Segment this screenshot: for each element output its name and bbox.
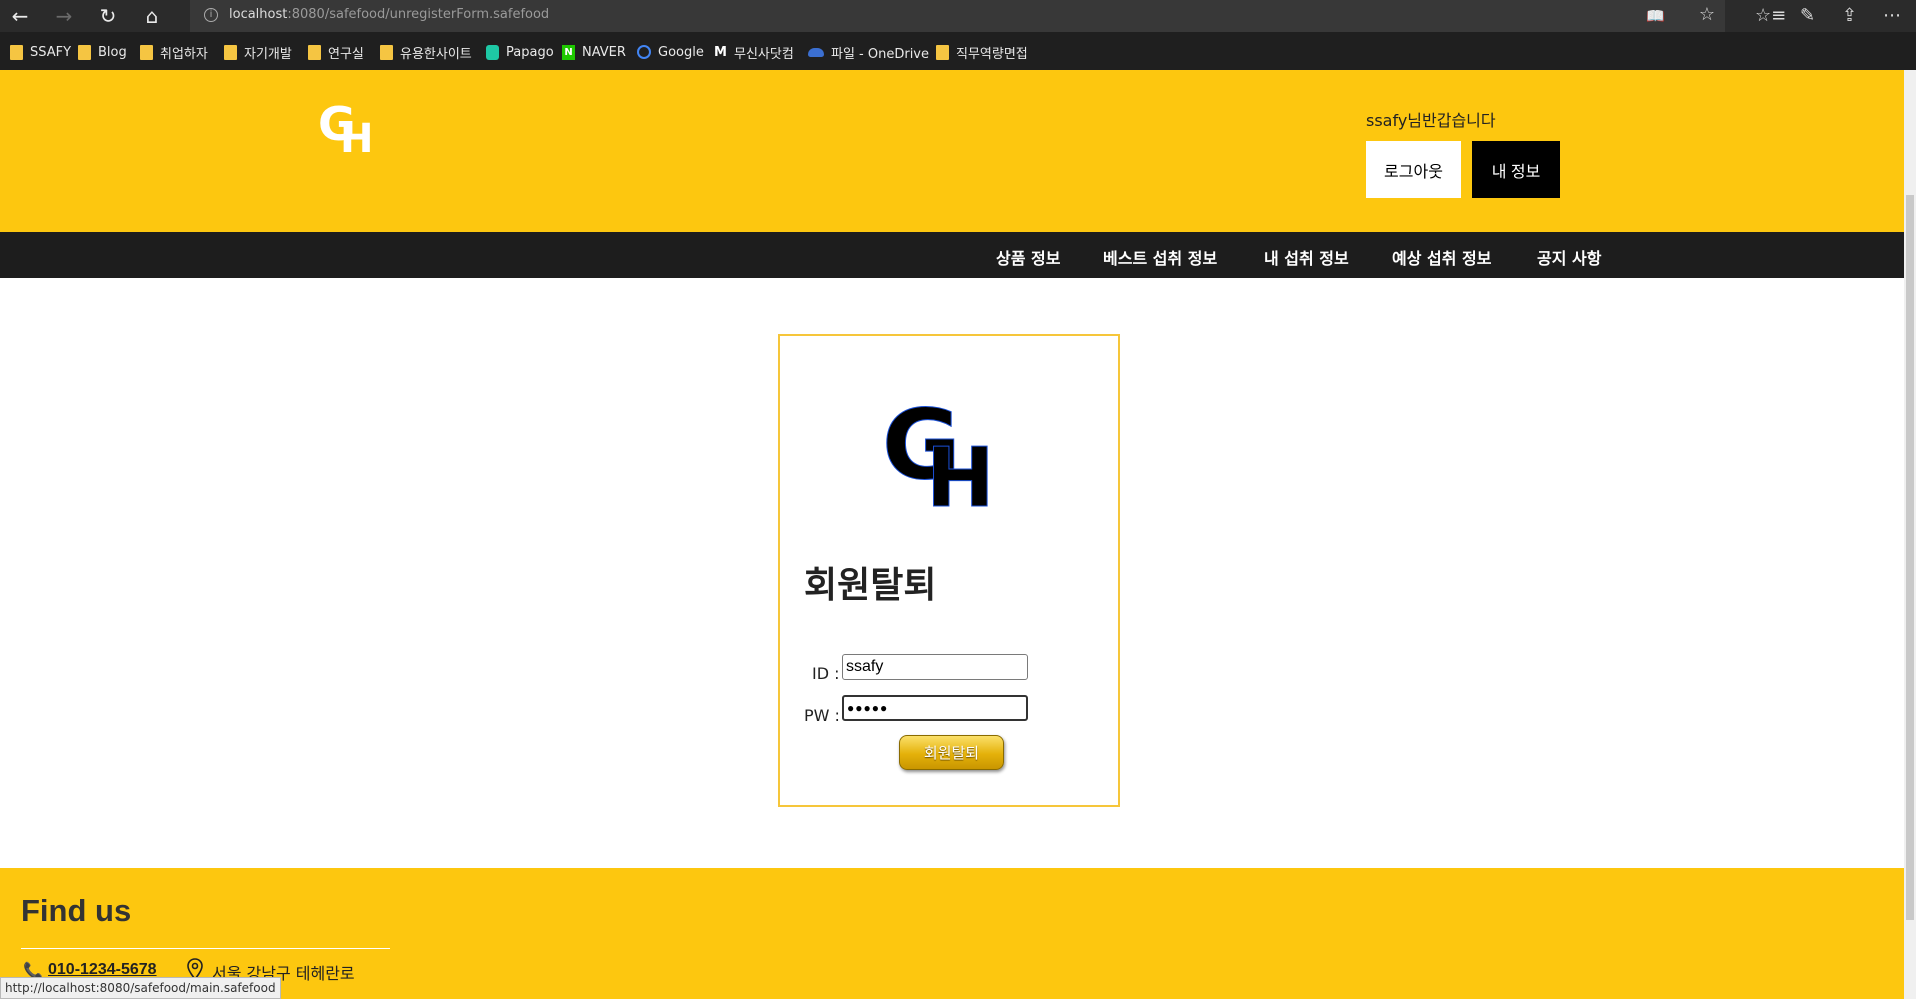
bookmark-onedrive[interactable]: 파일 - OneDrive bbox=[808, 43, 929, 62]
naver-icon: N bbox=[562, 44, 575, 60]
url-text[interactable]: localhost:8080/safefood/unregisterForm.s… bbox=[229, 7, 549, 22]
pen-icon[interactable]: ✎ bbox=[1800, 5, 1815, 27]
unregister-card: G H 회원탈퇴 ID : PW : 회원탈퇴 bbox=[778, 334, 1120, 807]
bookmark-blog[interactable]: Blog bbox=[78, 43, 127, 61]
google-icon bbox=[637, 45, 651, 59]
bookmarks-bar: SSAFY Blog 취업하자 자기개발 연구실 유용한사이트 Papago N… bbox=[0, 32, 1916, 70]
page-scrollbar[interactable] bbox=[1904, 70, 1916, 999]
page-title: 회원탈퇴 bbox=[804, 565, 937, 606]
id-label: ID : bbox=[812, 664, 840, 683]
svg-text:H: H bbox=[340, 116, 373, 155]
forward-icon[interactable]: → bbox=[52, 4, 76, 28]
folder-icon bbox=[308, 44, 321, 60]
favorite-star-icon[interactable]: ☆ bbox=[1699, 4, 1715, 25]
scrollbar-thumb[interactable] bbox=[1906, 195, 1914, 920]
site-footer: Find us 📞 010-1234-5678 서울 강남구 테헤란로 bbox=[0, 868, 1904, 999]
folder-icon bbox=[380, 44, 393, 60]
bookmark-musinsa[interactable]: M 무신사닷컴 bbox=[714, 43, 794, 62]
greeting-text: ssafy님반갑습니다 bbox=[1366, 111, 1496, 130]
back-icon[interactable]: ← bbox=[8, 4, 32, 28]
browser-toolbar: ← → ↻ ⌂ i localhost:8080/safefood/unregi… bbox=[0, 0, 1916, 32]
bookmark-self-dev[interactable]: 자기개발 bbox=[224, 43, 292, 62]
folder-icon bbox=[224, 44, 237, 60]
menu-expected-intake[interactable]: 예상 섭취 정보 bbox=[1392, 245, 1491, 269]
bookmark-google[interactable]: Google bbox=[637, 43, 704, 61]
footer-divider bbox=[21, 948, 390, 949]
home-icon[interactable]: ⌂ bbox=[140, 4, 164, 28]
onedrive-icon bbox=[808, 47, 824, 57]
menu-my-intake[interactable]: 내 섭취 정보 bbox=[1264, 245, 1349, 269]
footer-title: Find us bbox=[21, 893, 132, 928]
bookmark-naver[interactable]: N NAVER bbox=[562, 43, 626, 61]
main-menu: 상품 정보 베스트 섭취 정보 내 섭취 정보 예상 섭취 정보 공지 사항 bbox=[0, 232, 1904, 278]
folder-icon bbox=[10, 44, 23, 60]
my-info-button[interactable]: 내 정보 bbox=[1472, 141, 1560, 198]
reading-view-icon[interactable]: 📖 bbox=[1646, 7, 1665, 25]
musinsa-icon: M bbox=[714, 44, 727, 60]
id-input[interactable] bbox=[842, 654, 1028, 680]
web-page: G H ssafy님반갑습니다 로그아웃 내 정보 상품 정보 베스트 섭취 정… bbox=[0, 70, 1904, 999]
folder-icon bbox=[78, 44, 91, 60]
bookmark-job[interactable]: 취업하자 bbox=[140, 43, 208, 62]
status-bar-url: http://localhost:8080/safefood/main.safe… bbox=[0, 977, 281, 999]
refresh-icon[interactable]: ↻ bbox=[96, 4, 120, 28]
logout-button[interactable]: 로그아웃 bbox=[1366, 141, 1461, 198]
bookmark-interview[interactable]: 직무역량면접 bbox=[936, 43, 1028, 62]
unregister-submit-button[interactable]: 회원탈퇴 bbox=[899, 735, 1004, 770]
gh-logo-large-icon: G H bbox=[882, 396, 995, 508]
site-header: G H ssafy님반갑습니다 로그아웃 내 정보 bbox=[0, 70, 1904, 232]
folder-icon bbox=[140, 44, 153, 60]
svg-text:H: H bbox=[926, 431, 995, 508]
menu-best-intake[interactable]: 베스트 섭취 정보 bbox=[1103, 245, 1217, 269]
more-icon[interactable]: ⋯ bbox=[1883, 5, 1901, 27]
papago-icon bbox=[486, 44, 499, 60]
bookmark-useful-sites[interactable]: 유용한사이트 bbox=[380, 43, 472, 62]
info-icon[interactable]: i bbox=[204, 8, 218, 22]
address-bar[interactable]: i localhost:8080/safefood/unregisterForm… bbox=[190, 0, 1725, 32]
share-icon[interactable]: ⇪ bbox=[1842, 5, 1857, 27]
pw-label: PW : bbox=[804, 706, 840, 725]
menu-product-info[interactable]: 상품 정보 bbox=[996, 245, 1060, 269]
bookmark-ssafy[interactable]: SSAFY bbox=[10, 43, 71, 61]
favorites-list-icon[interactable]: ☆≡ bbox=[1755, 5, 1786, 27]
password-input[interactable] bbox=[842, 695, 1028, 721]
folder-icon bbox=[936, 44, 949, 60]
gh-logo-icon[interactable]: G H bbox=[318, 100, 378, 155]
bookmark-papago[interactable]: Papago bbox=[486, 43, 554, 61]
menu-notice[interactable]: 공지 사항 bbox=[1537, 245, 1601, 269]
bookmark-lab[interactable]: 연구실 bbox=[308, 43, 364, 62]
